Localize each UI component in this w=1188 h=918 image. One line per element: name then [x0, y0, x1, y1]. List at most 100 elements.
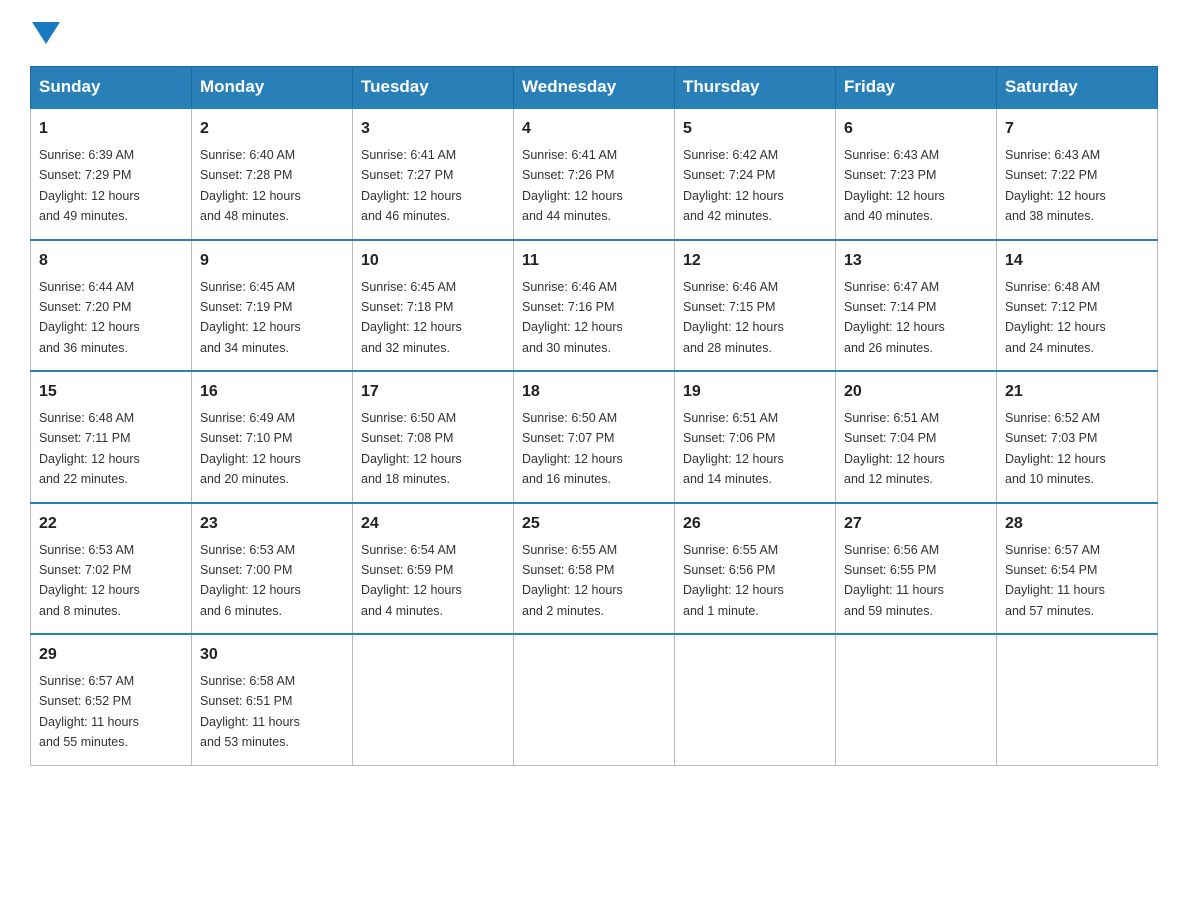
day-info: Sunrise: 6:39 AMSunset: 7:29 PMDaylight:…: [39, 148, 140, 223]
calendar-day-cell: 22 Sunrise: 6:53 AMSunset: 7:02 PMDaylig…: [31, 503, 192, 635]
day-number: 10: [361, 249, 505, 273]
day-number: 28: [1005, 512, 1149, 536]
calendar-day-cell: 4 Sunrise: 6:41 AMSunset: 7:26 PMDayligh…: [514, 108, 675, 240]
calendar-day-cell: 24 Sunrise: 6:54 AMSunset: 6:59 PMDaylig…: [353, 503, 514, 635]
day-info: Sunrise: 6:52 AMSunset: 7:03 PMDaylight:…: [1005, 411, 1106, 486]
day-info: Sunrise: 6:50 AMSunset: 7:08 PMDaylight:…: [361, 411, 462, 486]
logo-triangle-icon: [32, 22, 60, 50]
day-number: 20: [844, 380, 988, 404]
day-number: 7: [1005, 117, 1149, 141]
day-info: Sunrise: 6:46 AMSunset: 7:15 PMDaylight:…: [683, 280, 784, 355]
calendar-day-cell: 5 Sunrise: 6:42 AMSunset: 7:24 PMDayligh…: [675, 108, 836, 240]
day-info: Sunrise: 6:58 AMSunset: 6:51 PMDaylight:…: [200, 674, 300, 749]
day-number: 27: [844, 512, 988, 536]
day-info: Sunrise: 6:56 AMSunset: 6:55 PMDaylight:…: [844, 543, 944, 618]
calendar-day-cell: 30 Sunrise: 6:58 AMSunset: 6:51 PMDaylig…: [192, 634, 353, 765]
day-info: Sunrise: 6:51 AMSunset: 7:06 PMDaylight:…: [683, 411, 784, 486]
day-info: Sunrise: 6:49 AMSunset: 7:10 PMDaylight:…: [200, 411, 301, 486]
calendar-day-cell: 9 Sunrise: 6:45 AMSunset: 7:19 PMDayligh…: [192, 240, 353, 372]
calendar-day-cell: [997, 634, 1158, 765]
day-info: Sunrise: 6:45 AMSunset: 7:18 PMDaylight:…: [361, 280, 462, 355]
calendar-day-cell: 26 Sunrise: 6:55 AMSunset: 6:56 PMDaylig…: [675, 503, 836, 635]
calendar-day-cell: 27 Sunrise: 6:56 AMSunset: 6:55 PMDaylig…: [836, 503, 997, 635]
calendar-day-cell: 15 Sunrise: 6:48 AMSunset: 7:11 PMDaylig…: [31, 371, 192, 503]
day-number: 23: [200, 512, 344, 536]
calendar-day-cell: 25 Sunrise: 6:55 AMSunset: 6:58 PMDaylig…: [514, 503, 675, 635]
calendar-day-cell: 17 Sunrise: 6:50 AMSunset: 7:08 PMDaylig…: [353, 371, 514, 503]
calendar-day-cell: [675, 634, 836, 765]
calendar-day-cell: 12 Sunrise: 6:46 AMSunset: 7:15 PMDaylig…: [675, 240, 836, 372]
calendar-day-cell: 11 Sunrise: 6:46 AMSunset: 7:16 PMDaylig…: [514, 240, 675, 372]
calendar-day-cell: 19 Sunrise: 6:51 AMSunset: 7:06 PMDaylig…: [675, 371, 836, 503]
day-number: 18: [522, 380, 666, 404]
calendar-day-header: Tuesday: [353, 67, 514, 109]
day-number: 29: [39, 643, 183, 667]
day-number: 17: [361, 380, 505, 404]
day-number: 19: [683, 380, 827, 404]
calendar-day-cell: 13 Sunrise: 6:47 AMSunset: 7:14 PMDaylig…: [836, 240, 997, 372]
calendar-day-cell: 28 Sunrise: 6:57 AMSunset: 6:54 PMDaylig…: [997, 503, 1158, 635]
calendar-day-cell: 6 Sunrise: 6:43 AMSunset: 7:23 PMDayligh…: [836, 108, 997, 240]
day-info: Sunrise: 6:54 AMSunset: 6:59 PMDaylight:…: [361, 543, 462, 618]
day-info: Sunrise: 6:48 AMSunset: 7:11 PMDaylight:…: [39, 411, 140, 486]
calendar-week-row: 8 Sunrise: 6:44 AMSunset: 7:20 PMDayligh…: [31, 240, 1158, 372]
calendar-day-cell: 7 Sunrise: 6:43 AMSunset: 7:22 PMDayligh…: [997, 108, 1158, 240]
calendar-week-row: 15 Sunrise: 6:48 AMSunset: 7:11 PMDaylig…: [31, 371, 1158, 503]
calendar-table: SundayMondayTuesdayWednesdayThursdayFrid…: [30, 66, 1158, 766]
day-number: 11: [522, 249, 666, 273]
day-number: 6: [844, 117, 988, 141]
day-info: Sunrise: 6:46 AMSunset: 7:16 PMDaylight:…: [522, 280, 623, 355]
day-number: 24: [361, 512, 505, 536]
calendar-day-cell: [836, 634, 997, 765]
calendar-day-cell: 1 Sunrise: 6:39 AMSunset: 7:29 PMDayligh…: [31, 108, 192, 240]
day-number: 9: [200, 249, 344, 273]
calendar-day-cell: [514, 634, 675, 765]
day-info: Sunrise: 6:48 AMSunset: 7:12 PMDaylight:…: [1005, 280, 1106, 355]
calendar-day-header: Friday: [836, 67, 997, 109]
calendar-day-cell: 2 Sunrise: 6:40 AMSunset: 7:28 PMDayligh…: [192, 108, 353, 240]
calendar-day-header: Wednesday: [514, 67, 675, 109]
day-number: 26: [683, 512, 827, 536]
day-number: 16: [200, 380, 344, 404]
calendar-day-cell: 20 Sunrise: 6:51 AMSunset: 7:04 PMDaylig…: [836, 371, 997, 503]
calendar-day-cell: 29 Sunrise: 6:57 AMSunset: 6:52 PMDaylig…: [31, 634, 192, 765]
day-info: Sunrise: 6:57 AMSunset: 6:54 PMDaylight:…: [1005, 543, 1105, 618]
day-number: 3: [361, 117, 505, 141]
day-info: Sunrise: 6:41 AMSunset: 7:26 PMDaylight:…: [522, 148, 623, 223]
logo: [30, 20, 60, 46]
day-number: 4: [522, 117, 666, 141]
day-info: Sunrise: 6:57 AMSunset: 6:52 PMDaylight:…: [39, 674, 139, 749]
calendar-week-row: 29 Sunrise: 6:57 AMSunset: 6:52 PMDaylig…: [31, 634, 1158, 765]
day-info: Sunrise: 6:55 AMSunset: 6:58 PMDaylight:…: [522, 543, 623, 618]
day-number: 12: [683, 249, 827, 273]
calendar-day-cell: 21 Sunrise: 6:52 AMSunset: 7:03 PMDaylig…: [997, 371, 1158, 503]
day-info: Sunrise: 6:44 AMSunset: 7:20 PMDaylight:…: [39, 280, 140, 355]
day-info: Sunrise: 6:53 AMSunset: 7:02 PMDaylight:…: [39, 543, 140, 618]
day-number: 2: [200, 117, 344, 141]
day-info: Sunrise: 6:53 AMSunset: 7:00 PMDaylight:…: [200, 543, 301, 618]
day-number: 22: [39, 512, 183, 536]
calendar-day-header: Saturday: [997, 67, 1158, 109]
calendar-day-header: Sunday: [31, 67, 192, 109]
day-number: 30: [200, 643, 344, 667]
day-info: Sunrise: 6:42 AMSunset: 7:24 PMDaylight:…: [683, 148, 784, 223]
calendar-body: 1 Sunrise: 6:39 AMSunset: 7:29 PMDayligh…: [31, 108, 1158, 765]
day-info: Sunrise: 6:41 AMSunset: 7:27 PMDaylight:…: [361, 148, 462, 223]
calendar-day-header: Monday: [192, 67, 353, 109]
calendar-day-cell: 16 Sunrise: 6:49 AMSunset: 7:10 PMDaylig…: [192, 371, 353, 503]
calendar-day-header: Thursday: [675, 67, 836, 109]
page-header: [30, 20, 1158, 46]
day-number: 14: [1005, 249, 1149, 273]
calendar-day-cell: 3 Sunrise: 6:41 AMSunset: 7:27 PMDayligh…: [353, 108, 514, 240]
day-info: Sunrise: 6:40 AMSunset: 7:28 PMDaylight:…: [200, 148, 301, 223]
day-info: Sunrise: 6:50 AMSunset: 7:07 PMDaylight:…: [522, 411, 623, 486]
day-info: Sunrise: 6:43 AMSunset: 7:22 PMDaylight:…: [1005, 148, 1106, 223]
calendar-day-cell: 18 Sunrise: 6:50 AMSunset: 7:07 PMDaylig…: [514, 371, 675, 503]
day-number: 1: [39, 117, 183, 141]
day-number: 13: [844, 249, 988, 273]
calendar-week-row: 22 Sunrise: 6:53 AMSunset: 7:02 PMDaylig…: [31, 503, 1158, 635]
calendar-day-cell: 8 Sunrise: 6:44 AMSunset: 7:20 PMDayligh…: [31, 240, 192, 372]
calendar-day-cell: 10 Sunrise: 6:45 AMSunset: 7:18 PMDaylig…: [353, 240, 514, 372]
day-number: 5: [683, 117, 827, 141]
calendar-day-cell: [353, 634, 514, 765]
